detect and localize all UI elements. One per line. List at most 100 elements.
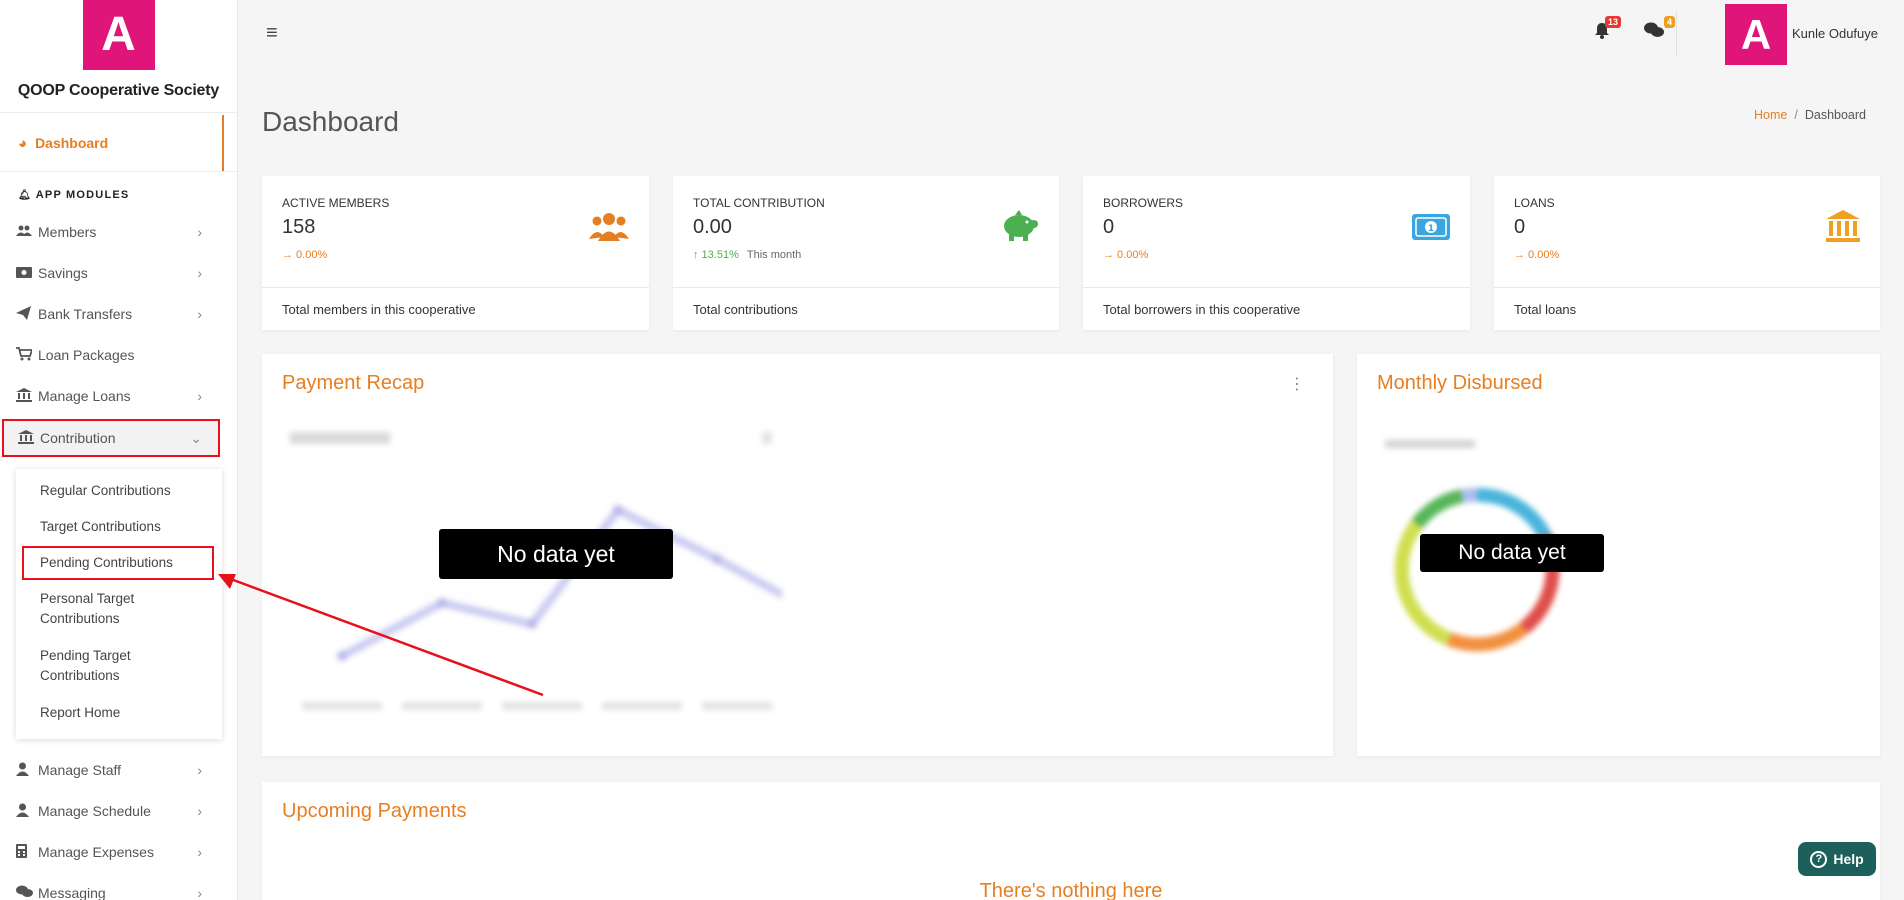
comments-icon — [1644, 22, 1664, 42]
messages-button[interactable]: 4 — [1644, 16, 1675, 43]
stat-value: 158 — [282, 216, 316, 238]
sidebar-item-label: Savings — [38, 265, 88, 281]
comments-icon — [16, 885, 38, 900]
help-button[interactable]: ? Help — [1798, 842, 1876, 876]
sidebar-item-manage-expenses[interactable]: Manage Expenses › — [0, 835, 222, 869]
chevron-right-icon: › — [197, 306, 202, 322]
panel-title: Payment Recap — [282, 372, 425, 394]
brand-name: QOOP Cooperative Society — [17, 82, 220, 99]
no-data-label: No data yet — [439, 529, 673, 579]
breadcrumb-current: Dashboard — [1804, 108, 1866, 122]
user-icon — [16, 762, 38, 779]
sidebar-item-label: Messaging — [38, 885, 106, 900]
chevron-right-icon: › — [197, 885, 202, 900]
stat-value: 0.00 — [693, 216, 732, 238]
stat-label: BORROWERS — [1103, 196, 1184, 210]
sidebar-item-label: Manage Loans — [38, 388, 131, 404]
chevron-right-icon: › — [197, 844, 202, 860]
sidebar-item-loan-packages[interactable]: Loan Packages — [0, 338, 222, 372]
empty-state-message: There's nothing here — [979, 880, 1163, 900]
stat-trend: → 0.00% — [282, 249, 328, 261]
question-circle-icon: ? — [1810, 850, 1828, 868]
stat-period: This month — [746, 249, 802, 261]
no-data-label: No data yet — [1420, 534, 1604, 572]
help-label: Help — [1833, 851, 1864, 867]
sidebar-item-label: Bank Transfers — [38, 306, 133, 322]
sidebar-item-dashboard[interactable]: ◕ Dashboard — [0, 115, 224, 171]
payment-recap-panel: Payment Recap ⋮ No data yet — [262, 354, 1333, 756]
divider — [0, 171, 237, 172]
stat-value: 0 — [1103, 216, 1115, 238]
submenu-item-pending-target-contributions[interactable]: Pending Target Contributions — [40, 646, 190, 686]
chevron-right-icon: › — [197, 265, 202, 281]
notification-count-badge: 13 — [1604, 16, 1621, 28]
brand-logo[interactable]: A — [82, 0, 155, 70]
chevron-right-icon: › — [197, 803, 202, 819]
stat-footer: Total loans — [1494, 287, 1880, 330]
contribution-submenu: Regular Contributions Target Contributio… — [16, 469, 222, 739]
chevron-right-icon: › — [197, 762, 202, 778]
submenu-item-target-contributions[interactable]: Target Contributions — [40, 517, 161, 537]
stat-trend: → 0.00% — [1103, 249, 1149, 261]
monthly-disbursed-panel: Monthly Disbursed No data yet — [1357, 354, 1880, 756]
paper-plane-icon — [16, 305, 38, 323]
stat-card-active-members: ACTIVE MEMBERS 158 → 0.00% Total members… — [262, 176, 649, 330]
user-icon — [16, 803, 38, 820]
hamburger-menu-icon[interactable]: ≡ — [266, 22, 278, 45]
cart-icon — [16, 346, 38, 364]
bank-icon — [1826, 210, 1860, 251]
submenu-item-report-home[interactable]: Report Home — [40, 703, 120, 723]
piggy-bank-icon — [1001, 210, 1039, 251]
sidebar: A QOOP Cooperative Society ◕ Dashboard 🔔… — [0, 0, 238, 900]
brand: A QOOP Cooperative Society — [0, 0, 237, 113]
submenu-item-regular-contributions[interactable]: Regular Contributions — [40, 481, 171, 501]
money-icon — [16, 265, 38, 281]
upcoming-payments-panel: Upcoming Payments There's nothing here — [262, 782, 1880, 900]
section-title: 🔔︎ APP MODULES — [18, 189, 130, 201]
bank-icon — [18, 429, 40, 447]
message-count-badge: 4 — [1663, 16, 1675, 28]
avatar[interactable]: A — [1725, 4, 1787, 65]
sidebar-item-savings[interactable]: Savings › — [0, 256, 222, 290]
submenu-item-pending-contributions[interactable]: Pending Contributions — [22, 546, 214, 580]
stat-label: TOTAL CONTRIBUTION — [693, 196, 825, 210]
stat-card-loans: LOANS 0 → 0.00% Total loans — [1494, 176, 1880, 330]
sidebar-item-label: Manage Schedule — [38, 803, 151, 819]
sidebar-item-bank-transfers[interactable]: Bank Transfers › — [0, 297, 222, 331]
sidebar-item-manage-schedule[interactable]: Manage Schedule › — [0, 794, 222, 828]
sidebar-item-manage-loans[interactable]: Manage Loans › — [0, 379, 222, 413]
panel-title: Monthly Disbursed — [1377, 372, 1543, 394]
palette-icon: ◕ — [18, 134, 28, 152]
stat-card-total-contribution: TOTAL CONTRIBUTION 0.00 ↑ 13.51% This mon… — [673, 176, 1059, 330]
users-icon — [16, 224, 38, 240]
notifications-bell[interactable]: 13 — [1594, 16, 1621, 44]
stat-trend: ↑ 13.51% This month — [693, 249, 802, 261]
breadcrumb-separator: / — [1794, 108, 1798, 122]
bell-icon: 🔔︎ — [18, 190, 32, 201]
sidebar-item-contribution[interactable]: Contribution ⌄ — [2, 419, 220, 457]
sidebar-item-members[interactable]: Members › — [0, 215, 222, 249]
users-icon — [589, 210, 629, 251]
stat-footer: Total borrowers in this cooperative — [1083, 287, 1470, 330]
svg-text:1: 1 — [1428, 224, 1434, 234]
chevron-right-icon: › — [197, 224, 202, 240]
breadcrumb-home-link[interactable]: Home — [1754, 108, 1787, 122]
bank-icon — [16, 387, 38, 405]
sidebar-item-label: Manage Staff — [38, 762, 122, 778]
stat-value: 0 — [1514, 216, 1526, 238]
sidebar-item-manage-staff[interactable]: Manage Staff › — [0, 753, 222, 787]
sidebar-item-label: Manage Expenses — [38, 844, 154, 860]
stat-footer: Total members in this cooperative — [262, 287, 649, 330]
money-bill-icon: 1 — [1412, 210, 1450, 249]
username[interactable]: Kunle Odufuye — [1792, 26, 1878, 41]
sidebar-item-messaging[interactable]: Messaging › — [0, 876, 222, 900]
topbar: ≡ 13 4 A Kunle Odufuye — [238, 0, 1904, 68]
stat-label: LOANS — [1514, 196, 1555, 210]
divider — [1676, 12, 1677, 56]
sidebar-item-label: Loan Packages — [38, 347, 135, 363]
page-title: Dashboard — [262, 106, 399, 137]
submenu-item-personal-target-contributions[interactable]: Personal Target Contributions — [40, 589, 190, 629]
panel-title: Upcoming Payments — [282, 800, 467, 822]
more-vertical-icon[interactable]: ⋮ — [1289, 374, 1305, 394]
stat-trend: → 0.00% — [1514, 249, 1560, 261]
